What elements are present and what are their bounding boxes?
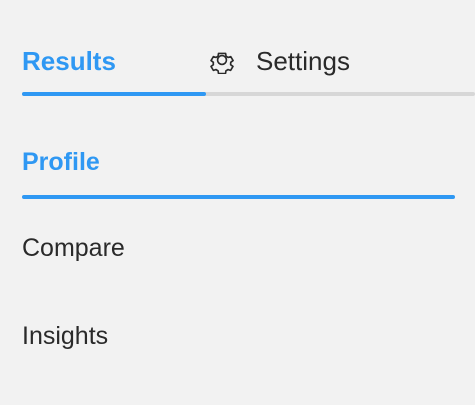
nav-item-insights-label: Insights bbox=[22, 322, 109, 350]
nav-item-compare[interactable]: Compare bbox=[22, 236, 455, 276]
tab-results[interactable]: Results bbox=[22, 38, 116, 84]
nav-profile-underline bbox=[22, 195, 455, 199]
nav-item-insights[interactable]: Insights bbox=[22, 324, 455, 364]
nav-item-profile[interactable]: Profile bbox=[22, 150, 455, 194]
app-window: Results Settings Profile Compare Insight… bbox=[0, 0, 475, 405]
nav-item-compare-label: Compare bbox=[22, 234, 125, 262]
tab-settings[interactable]: Settings bbox=[208, 38, 350, 84]
tabs-underline-active bbox=[22, 92, 206, 96]
tab-results-label: Results bbox=[22, 46, 116, 76]
gear-icon bbox=[208, 46, 236, 75]
top-tabs: Results Settings bbox=[0, 0, 475, 96]
tab-settings-label: Settings bbox=[256, 46, 350, 76]
nav-item-profile-label: Profile bbox=[22, 148, 100, 176]
